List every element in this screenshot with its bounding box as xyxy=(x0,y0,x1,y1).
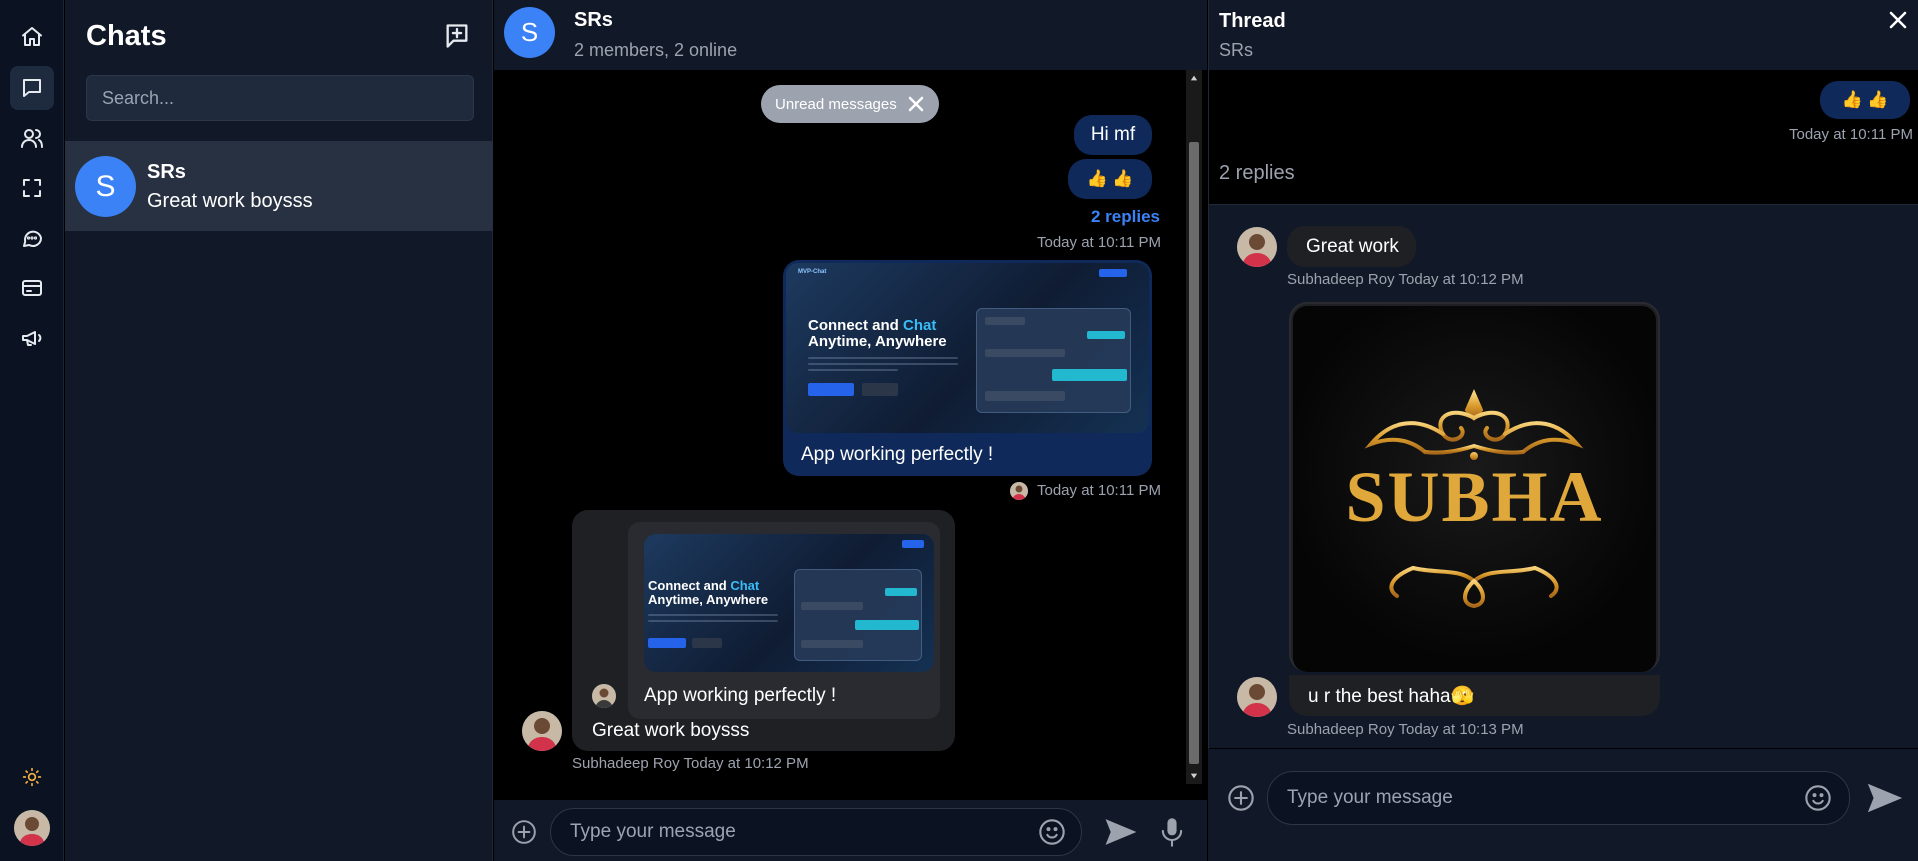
reply-author-avatar[interactable] xyxy=(1237,227,1277,267)
chat-preview: Great work boysss xyxy=(147,190,313,212)
read-receipt-avatar xyxy=(1010,482,1028,500)
preview-headline: Connect and Chat Anytime, Anywhere xyxy=(808,318,947,350)
chat-name: SRs xyxy=(147,161,186,183)
chats-title: Chats xyxy=(86,20,167,52)
thread-composer xyxy=(1208,749,1918,861)
conversation-subtitle: 2 members, 2 online xyxy=(574,40,738,60)
image-caption: App working perfectly ! xyxy=(801,444,994,465)
app-preview-image[interactable]: MVP-Chat Connect and Chat Anytime, Anywh… xyxy=(786,263,1149,433)
preview-headline-accent: Chat xyxy=(903,317,937,334)
thread-subtitle: SRs xyxy=(1219,40,1254,60)
home-icon[interactable] xyxy=(10,15,54,59)
chat-list-item[interactable]: S SRs Great work boysss xyxy=(65,141,493,231)
chat-avatar: S xyxy=(75,156,136,217)
emoji-icon[interactable] xyxy=(1038,818,1066,846)
chat-icon[interactable] xyxy=(10,66,54,110)
chats-panel: Chats S SRs Great work boysss xyxy=(65,0,493,861)
quoted-preview-headline: Connect and Chat Anytime, Anywhere xyxy=(648,578,769,607)
preview-navbar: MVP-Chat xyxy=(786,263,1149,283)
add-attachment-icon[interactable] xyxy=(1227,784,1255,812)
message-timestamp: Today at 10:11 PM xyxy=(1037,234,1161,251)
microphone-icon[interactable] xyxy=(1158,816,1186,848)
preview-brand: MVP-Chat xyxy=(798,269,827,275)
thread-replies-link[interactable]: 2 replies xyxy=(1091,207,1160,227)
message-meta: Subhadeep Roy Today at 10:12 PM xyxy=(572,755,809,772)
thread-title: Thread xyxy=(1219,10,1286,32)
thread-reply-message[interactable]: Great work xyxy=(1287,226,1416,267)
conversation-title[interactable]: SRs xyxy=(574,9,613,32)
send-icon[interactable] xyxy=(1103,816,1139,848)
emoji-icon[interactable] xyxy=(1804,784,1832,812)
preview-cta xyxy=(808,383,854,396)
thread-parent-timestamp: Today at 10:11 PM xyxy=(1789,126,1913,143)
message-timestamp: Today at 10:11 PM xyxy=(1037,482,1161,499)
preview-text-line xyxy=(808,357,958,359)
add-attachment-icon[interactable] xyxy=(511,819,537,845)
preview-cta-secondary xyxy=(862,383,898,396)
thread-reply-meta: Subhadeep Roy Today at 10:13 PM xyxy=(1287,721,1524,738)
user-avatar[interactable] xyxy=(14,810,50,846)
group-avatar[interactable]: S xyxy=(504,7,555,58)
megaphone-icon[interactable] xyxy=(10,316,54,360)
message-input[interactable] xyxy=(550,808,1082,856)
new-chat-icon[interactable] xyxy=(440,19,474,53)
unread-messages-pill[interactable]: Unread messages xyxy=(761,85,939,123)
preview-text-line xyxy=(808,363,958,365)
preview-headline-2: Anytime, Anywhere xyxy=(808,332,947,350)
conversation-header: S SRs 2 members, 2 online xyxy=(494,0,1207,70)
quoted-message[interactable]: Connect and Chat Anytime, Anywhere App w… xyxy=(628,522,940,719)
thread-message-input[interactable] xyxy=(1267,771,1850,825)
outgoing-image-message[interactable]: MVP-Chat Connect and Chat Anytime, Anywh… xyxy=(783,260,1152,476)
preview-headline-1: Connect and xyxy=(808,317,904,334)
users-icon[interactable] xyxy=(10,116,54,160)
search-input[interactable] xyxy=(86,75,474,121)
thread-parent-message[interactable]: 👍 👍 xyxy=(1820,81,1910,119)
quoted-preview-image: Connect and Chat Anytime, Anywhere xyxy=(644,534,934,672)
incoming-message[interactable]: Connect and Chat Anytime, Anywhere App w… xyxy=(572,510,955,751)
thread-reply-caption: u r the best haha🫣 xyxy=(1289,675,1660,716)
message-circle-icon[interactable] xyxy=(10,216,54,260)
subha-logo-image[interactable]: SUBHA xyxy=(1293,306,1656,672)
thread-reply-image-message[interactable]: SUBHA xyxy=(1289,302,1660,672)
app-rail xyxy=(0,0,64,861)
quoted-caption: App working perfectly ! xyxy=(644,685,837,706)
send-icon[interactable] xyxy=(1865,780,1905,816)
preview-chat-panel xyxy=(976,308,1131,413)
preview-text-line xyxy=(808,369,898,371)
scroll-down-arrow-icon[interactable] xyxy=(1186,768,1202,784)
unread-messages-label: Unread messages xyxy=(775,95,897,113)
card-icon[interactable] xyxy=(10,266,54,310)
thread-header: Thread SRs xyxy=(1209,0,1918,70)
scan-icon[interactable] xyxy=(10,166,54,210)
thread-reply-meta: Subhadeep Roy Today at 10:12 PM xyxy=(1287,271,1524,288)
reply-author-avatar[interactable] xyxy=(1237,677,1277,717)
scroll-up-arrow-icon[interactable] xyxy=(1186,70,1202,86)
scrollbar[interactable] xyxy=(1186,70,1202,784)
close-icon[interactable] xyxy=(905,93,927,115)
preview-nav-button xyxy=(1099,269,1127,277)
logo-text: SUBHA xyxy=(1345,457,1604,537)
outgoing-message[interactable]: 👍 👍 xyxy=(1068,159,1152,199)
sun-icon[interactable] xyxy=(10,755,54,799)
conversation-panel: S SRs 2 members, 2 online Unread message… xyxy=(494,0,1207,861)
close-thread-icon[interactable] xyxy=(1887,9,1909,31)
message-text: Great work boysss xyxy=(592,720,750,741)
scrollbar-thumb[interactable] xyxy=(1189,142,1199,764)
sender-avatar[interactable] xyxy=(522,711,562,751)
message-composer xyxy=(494,800,1207,861)
thread-reply-count: 2 replies xyxy=(1219,162,1295,184)
quoted-author-avatar xyxy=(592,684,616,708)
outgoing-message[interactable]: Hi mf xyxy=(1074,115,1152,155)
